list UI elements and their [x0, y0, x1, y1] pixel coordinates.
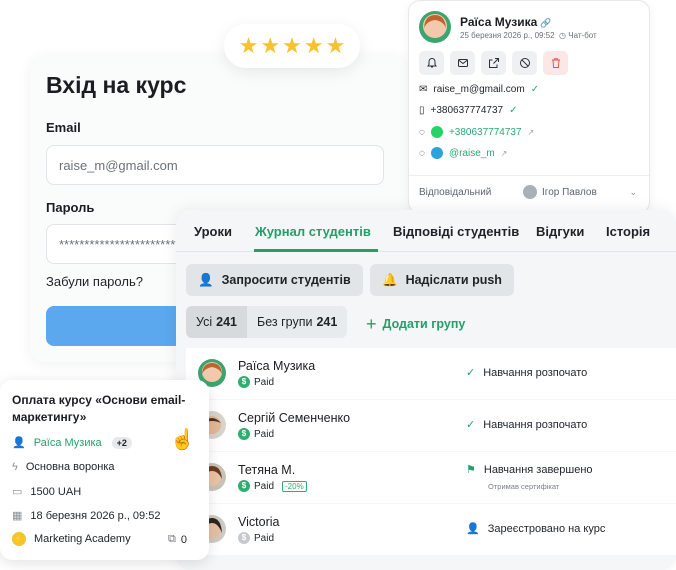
mail-icon[interactable] [450, 51, 475, 75]
tab-student-answers[interactable]: Відповіді студентів [393, 224, 519, 239]
order-school-row: ⚡ Marketing Academy [12, 532, 131, 546]
order-amount-row: ▭ 1500 UAH [12, 485, 82, 499]
paid-icon: $ [238, 480, 250, 492]
open-link-icon: ↗ [500, 148, 508, 158]
copy-icon: ⧉ [168, 533, 176, 545]
add-group-button[interactable]: + Додати групу [366, 314, 465, 335]
forgot-password-link[interactable]: Забули пароль? [46, 274, 143, 289]
paid-icon: $ [238, 376, 250, 388]
phone-icon: ▯ [419, 105, 425, 116]
check-icon: ✓ [466, 419, 476, 431]
tab-history[interactable]: Історія [606, 224, 650, 239]
course-panel: Уроки Журнал студентів Відповіді студент… [176, 210, 676, 570]
tab-reviews[interactable]: Відгуки [536, 224, 584, 239]
chat-icon: ◌ [419, 126, 425, 138]
order-date-row: ▦ 18 березня 2026 р., 09:52 [12, 509, 161, 523]
link-icon: 🔗 [540, 18, 552, 28]
open-link-icon: ↗ [527, 127, 535, 137]
filter-no-group[interactable]: Без групи 241 [247, 306, 347, 338]
contact-phone-row: ▯ +380637774737 ✓ [419, 105, 518, 116]
wallet-icon: ▭ [12, 486, 23, 498]
user-icon: 👤 [12, 437, 26, 449]
funnel-icon: ϟ [12, 461, 18, 473]
star-icon: ★ [325, 33, 346, 58]
whatsapp-icon [430, 126, 443, 138]
email-field[interactable] [46, 145, 384, 185]
tab-student-journal[interactable]: Журнал студентів [255, 224, 371, 239]
contact-telegram-row[interactable]: ◌ @raise_m ↗ [419, 147, 507, 159]
contact-email-row: ✉ raise_m@gmail.com ✓ [419, 84, 540, 95]
plus-icon: + [366, 314, 377, 334]
lightning-icon: ⚡ [12, 532, 26, 546]
chevron-down-icon[interactable]: ⌄ [629, 187, 637, 198]
order-client-row[interactable]: 👤 Раїса Музика +2 [12, 436, 132, 449]
order-card: Оплата курсу «Основи email-маркетингу» 👤… [0, 380, 209, 560]
star-icon: ★ [303, 33, 324, 58]
invite-students-button[interactable]: 👤 Запросити студентів [186, 264, 363, 296]
table-row[interactable]: Тетяна М. $ Paid -20% ⚑ Навчання завершено … [186, 452, 676, 503]
send-push-button[interactable]: 🔔 Надіслати push [370, 264, 514, 296]
add-user-icon: 👤 [198, 272, 214, 287]
group-filter: Усі 241 Без групи 241 [186, 306, 348, 338]
calendar-icon: ▦ [12, 510, 23, 522]
table-row[interactable]: Victoria $ Paid 👤 Зареєстровано на курс [186, 504, 676, 555]
star-icon: ★ [238, 33, 259, 58]
contact-name: Раїса Музика 🔗 [460, 15, 552, 29]
table-row[interactable]: Сергій Семенченко $ Paid ✓ Навчання розпоч… [186, 400, 676, 451]
order-funnel-row: ϟ Основна воронка [12, 461, 115, 473]
contact-card: Раїса Музика 🔗 25 березня 2026 р., 09:52 … [408, 0, 650, 214]
order-title: Оплата курсу «Основи email-маркетингу» [12, 393, 186, 425]
pointer-hand-icon: ☝ [170, 429, 195, 451]
check-icon: ✓ [466, 367, 476, 379]
verified-check-icon: ✓ [509, 105, 518, 116]
active-tab-indicator [254, 249, 378, 252]
verified-check-icon: ✓ [530, 84, 540, 95]
star-icon: ★ [260, 33, 281, 58]
table-row[interactable]: Раїса Музика $ Paid ✓ Навчання розпочато [186, 348, 676, 399]
contact-meta: 25 березня 2026 р., 09:52 ◷ Чат-бот [460, 31, 597, 40]
external-link-icon[interactable] [481, 51, 506, 75]
tab-lessons[interactable]: Уроки [194, 224, 232, 239]
password-label: Пароль [46, 200, 95, 215]
copies-counter[interactable]: ⧉ 0 [168, 533, 187, 546]
clock-icon: ◷ [559, 31, 567, 40]
paid-icon: $ [238, 428, 250, 440]
avatar [523, 185, 537, 199]
envelope-icon: ✉ [419, 84, 428, 95]
unpaid-icon: $ [238, 532, 250, 544]
flag-icon: ⚑ [466, 464, 476, 476]
tab-bar: Уроки Журнал студентів Відповіді студент… [176, 210, 676, 252]
trash-icon[interactable] [543, 51, 568, 75]
login-title: Вхід на курс [46, 72, 187, 98]
user-registered-icon: 👤 [466, 523, 480, 535]
rating-stars: ★ ★ ★ ★ ★ [224, 24, 360, 68]
responsible-label: Відповідальний [419, 187, 492, 198]
status-note: Отримав сертифікат [488, 482, 560, 491]
chat-icon: ◌ [419, 147, 425, 159]
email-label: Email [46, 120, 81, 135]
star-icon: ★ [282, 33, 302, 58]
telegram-icon [430, 147, 443, 159]
contact-avatar [419, 11, 451, 43]
responsible-select[interactable]: Ігор Павлов [523, 185, 597, 199]
student-list: Раїса Музика $ Paid ✓ Навчання розпочато С… [186, 348, 676, 556]
block-icon[interactable] [512, 51, 537, 75]
bell-icon: 🔔 [382, 272, 398, 287]
filter-all[interactable]: Усі 241 [186, 306, 247, 338]
discount-badge: -20% [282, 480, 307, 492]
contact-whatsapp-row[interactable]: ◌ +380637774737 ↗ [419, 126, 534, 138]
bell-icon[interactable] [419, 51, 444, 75]
